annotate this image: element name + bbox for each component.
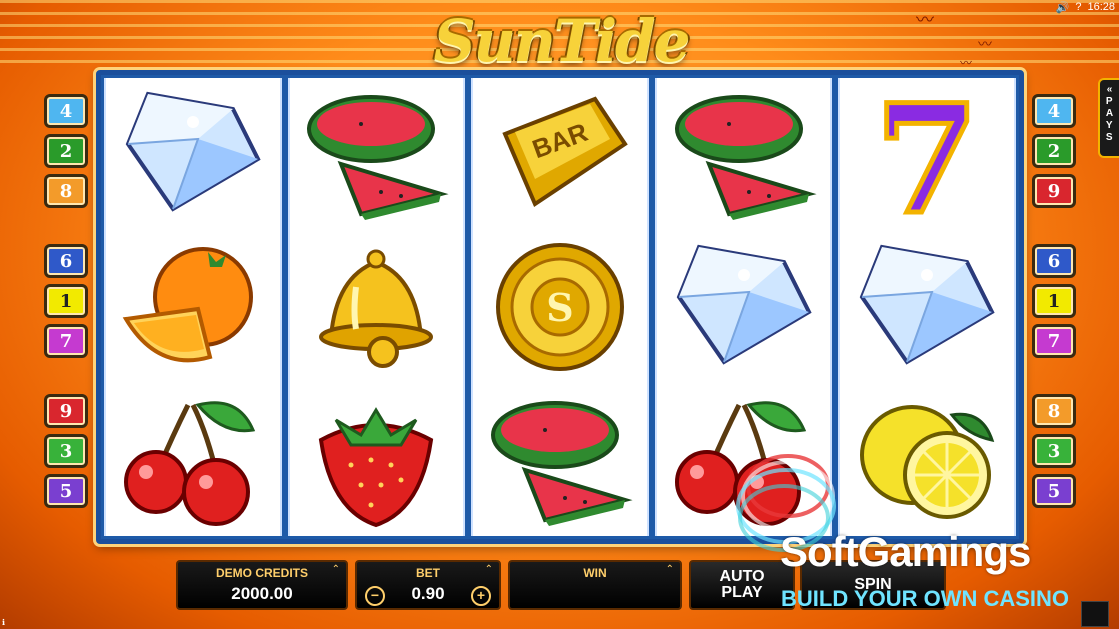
payline-badge-2[interactable]: 2 (1032, 134, 1076, 168)
reel-5: 7 (838, 78, 1016, 536)
chevron-up-icon[interactable]: ⌃ (332, 564, 340, 575)
win-label: WIN (583, 566, 607, 580)
reel-2 (287, 78, 466, 536)
reel-4 (654, 78, 833, 536)
chevron-up-icon[interactable]: ⌃ (666, 564, 674, 575)
watermelon-icon (657, 78, 831, 231)
watermark-brand: SoftGamings (780, 528, 1031, 575)
payline-badge-3[interactable]: 3 (1032, 434, 1076, 468)
watermelon-icon (290, 78, 464, 231)
diamond-icon (840, 231, 1014, 384)
payline-badge-7[interactable]: 7 (1032, 324, 1076, 358)
svg-text:7: 7 (875, 84, 979, 224)
pays-label: PAYS (1105, 96, 1114, 143)
lemon-icon (840, 383, 1014, 536)
strawberry-icon (290, 383, 464, 536)
reel-1 (104, 78, 282, 536)
reel-3: BAR S (471, 78, 649, 536)
payline-badge-6[interactable]: 6 (44, 244, 88, 278)
info-icon[interactable]: ℹ (2, 618, 5, 627)
payline-badge-3[interactable]: 3 (44, 434, 88, 468)
payline-badge-9[interactable]: 9 (1032, 174, 1076, 208)
help-icon[interactable]: ? (1075, 1, 1081, 13)
bet-decrease-button[interactable]: − (365, 586, 385, 606)
pays-tab[interactable]: « PAYS (1098, 78, 1119, 158)
orange-icon (106, 231, 280, 384)
payline-badge-1[interactable]: 1 (1032, 284, 1076, 318)
payline-badge-5[interactable]: 5 (44, 474, 88, 508)
svg-text:S: S (546, 285, 573, 330)
bird-silhouette: 〰 (978, 36, 992, 52)
autoplay-label-1: AUTO (719, 568, 765, 585)
bet-label: BET (416, 566, 440, 580)
chevron-up-icon[interactable]: ⌃ (485, 564, 493, 575)
watermelon-icon (473, 383, 647, 536)
seven-icon: 7 (840, 78, 1014, 231)
diamond-icon (106, 78, 280, 231)
status-bar: 🔊 ? 16:28 (1056, 0, 1115, 14)
payline-badge-5[interactable]: 5 (1032, 474, 1076, 508)
menu-icon[interactable] (1081, 601, 1109, 627)
bar-icon: BAR (473, 78, 647, 231)
chevron-left-icon: « (1106, 84, 1113, 95)
bet-increase-button[interactable]: + (471, 586, 491, 606)
payline-badge-7[interactable]: 7 (44, 324, 88, 358)
payline-badge-4[interactable]: 4 (1032, 94, 1076, 128)
credits-label: DEMO CREDITS (215, 566, 308, 580)
bell-icon (290, 231, 464, 384)
bird-silhouette: 〰 (916, 10, 934, 30)
payline-badge-8[interactable]: 8 (1032, 394, 1076, 428)
game-logo: SunTide (433, 7, 691, 75)
payline-badge-2[interactable]: 2 (44, 134, 88, 168)
bet-panel: BET 0.90 ⌃ − + (355, 560, 501, 610)
credits-panel: DEMO CREDITS 2000.00 ⌃ (176, 560, 348, 610)
paylines-left: 4 2 8 6 1 7 9 3 5 (44, 94, 88, 514)
payline-badge-9[interactable]: 9 (44, 394, 88, 428)
paylines-right: 4 2 9 6 1 7 8 3 5 (1032, 94, 1076, 514)
credits-value: 2000.00 (231, 584, 293, 603)
win-panel: WIN ⌃ (508, 560, 682, 610)
payline-badge-8[interactable]: 8 (44, 174, 88, 208)
autoplay-label-2: PLAY (721, 584, 763, 601)
cherries-icon (657, 383, 831, 536)
diamond-icon (657, 231, 831, 384)
payline-badge-6[interactable]: 6 (1032, 244, 1076, 278)
payline-badge-1[interactable]: 1 (44, 284, 88, 318)
cherries-icon (106, 383, 280, 536)
gold-coin-icon: S (473, 231, 647, 384)
reels: BAR S 7 (104, 78, 1016, 536)
payline-badge-4[interactable]: 4 (44, 94, 88, 128)
watermark-tagline: BUILD YOUR OWN CASINO (781, 586, 1070, 611)
clock: 16:28 (1087, 1, 1115, 13)
speaker-icon[interactable]: 🔊 (1056, 1, 1070, 14)
bird-silhouette: 〰 (960, 56, 973, 70)
